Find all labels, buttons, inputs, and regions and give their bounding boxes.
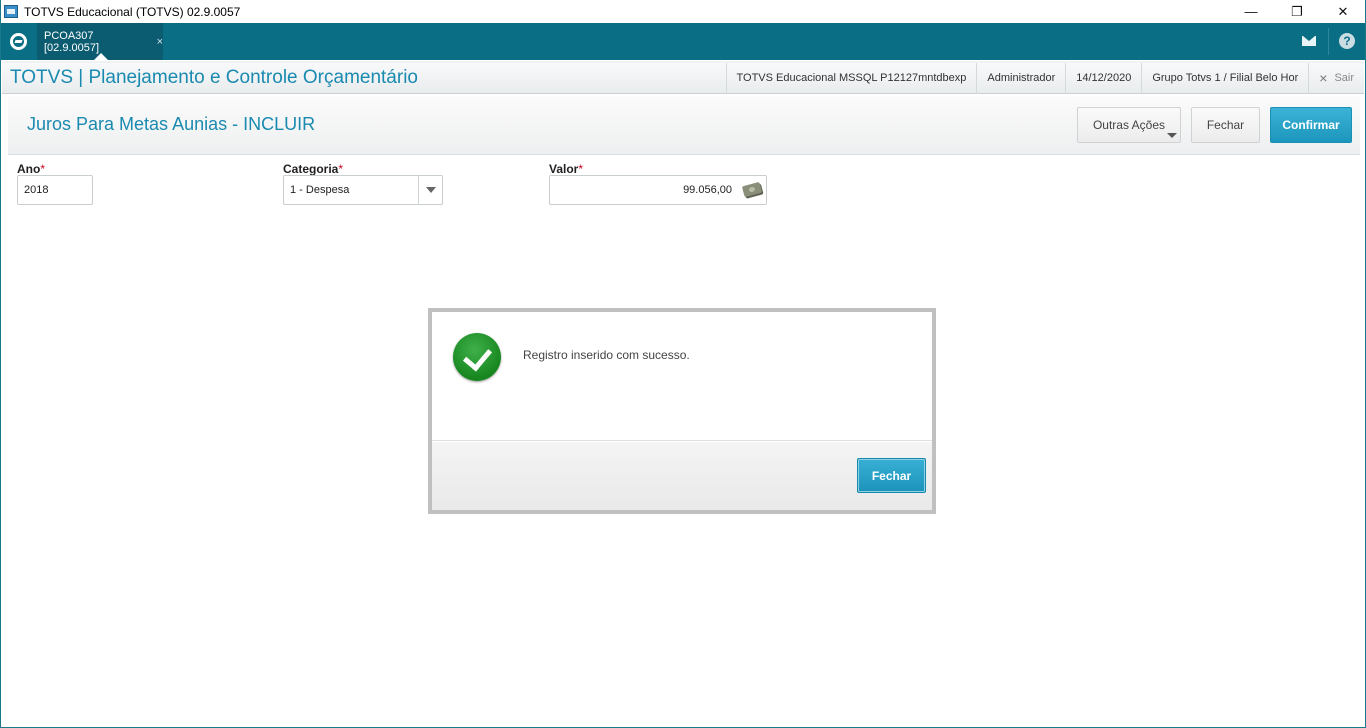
minimize-button[interactable]: — bbox=[1228, 0, 1274, 23]
ano-field[interactable]: 2018 bbox=[17, 175, 93, 205]
tab-close-icon[interactable]: × bbox=[157, 36, 163, 48]
mail-icon[interactable] bbox=[1302, 36, 1316, 46]
dialog-footer: Fechar bbox=[432, 442, 932, 510]
app-header: TOTVS | Planejamento e Controle Orçament… bbox=[2, 61, 1364, 94]
ano-value: 2018 bbox=[24, 184, 49, 196]
valor-value: 99.056,00 bbox=[683, 184, 732, 196]
totvs-home-icon[interactable] bbox=[10, 33, 27, 50]
help-icon[interactable]: ? bbox=[1339, 33, 1355, 49]
dropdown-arrow-icon[interactable] bbox=[418, 176, 442, 204]
confirm-button[interactable]: Confirmar bbox=[1270, 107, 1352, 143]
valor-label: Valor* bbox=[549, 162, 583, 176]
toolbar-divider bbox=[1328, 28, 1329, 55]
dialog-message: Registro inserido com sucesso. bbox=[523, 348, 690, 362]
money-icon bbox=[741, 181, 763, 198]
ano-label: Ano* bbox=[17, 162, 45, 176]
exit-label: Sair bbox=[1334, 72, 1354, 84]
valor-field[interactable]: 99.056,00 bbox=[549, 175, 767, 205]
success-check-icon bbox=[453, 333, 501, 381]
categoria-label-text: Categoria bbox=[283, 162, 339, 176]
required-marker: * bbox=[338, 162, 344, 176]
tab-pcoa307[interactable]: PCOA307 [02.9.0057] × bbox=[37, 23, 163, 60]
categoria-value: 1 - Despesa bbox=[290, 184, 350, 196]
window-controls: — ❐ ✕ bbox=[1228, 0, 1366, 23]
form-toolbar: Juros Para Metas Aunias - INCLUIR Outras… bbox=[8, 96, 1360, 155]
date-info: 14/12/2020 bbox=[1065, 63, 1141, 94]
app-title: TOTVS | Planejamento e Controle Orçament… bbox=[10, 67, 418, 88]
exit-button[interactable]: × Sair bbox=[1308, 63, 1364, 94]
success-dialog: Registro inserido com sucesso. Fechar bbox=[428, 308, 936, 514]
tab-label: PCOA307 [02.9.0057] bbox=[44, 29, 100, 54]
chevron-down-icon bbox=[1167, 133, 1177, 138]
valor-label-text: Valor bbox=[549, 162, 579, 176]
active-tab-indicator bbox=[94, 53, 108, 60]
dialog-body: Registro inserido com sucesso. bbox=[432, 312, 932, 441]
tab-strip: PCOA307 [02.9.0057] × ? bbox=[0, 23, 1366, 60]
app-window-icon bbox=[4, 5, 18, 18]
categoria-label: Categoria* bbox=[283, 162, 343, 176]
exit-icon: × bbox=[1319, 70, 1328, 86]
required-marker: * bbox=[40, 162, 45, 176]
close-window-button[interactable]: ✕ bbox=[1320, 0, 1366, 23]
environment-info: TOTVS Educacional MSSQL P12127mntdbexp bbox=[725, 63, 977, 94]
required-marker: * bbox=[578, 162, 584, 176]
other-actions-button[interactable]: Outras Ações bbox=[1077, 107, 1181, 143]
user-info: Administrador bbox=[976, 63, 1065, 94]
other-actions-label: Outras Ações bbox=[1092, 118, 1166, 132]
restore-button[interactable]: ❐ bbox=[1274, 0, 1320, 23]
ano-label-text: Ano bbox=[17, 162, 41, 176]
session-info: TOTVS Educacional MSSQL P12127mntdbexp A… bbox=[725, 63, 1365, 94]
categoria-select[interactable]: 1 - Despesa bbox=[283, 175, 443, 205]
dialog-close-button[interactable]: Fechar bbox=[857, 458, 926, 493]
form-title: Juros Para Metas Aunias - INCLUIR bbox=[27, 114, 316, 134]
close-form-button[interactable]: Fechar bbox=[1191, 107, 1260, 143]
branch-info: Grupo Totvs 1 / Filial Belo Hor bbox=[1141, 63, 1308, 94]
window-title: TOTVS Educacional (TOTVS) 02.9.0057 bbox=[24, 4, 241, 19]
window-titlebar: TOTVS Educacional (TOTVS) 02.9.0057 — ❐ … bbox=[0, 0, 1366, 23]
